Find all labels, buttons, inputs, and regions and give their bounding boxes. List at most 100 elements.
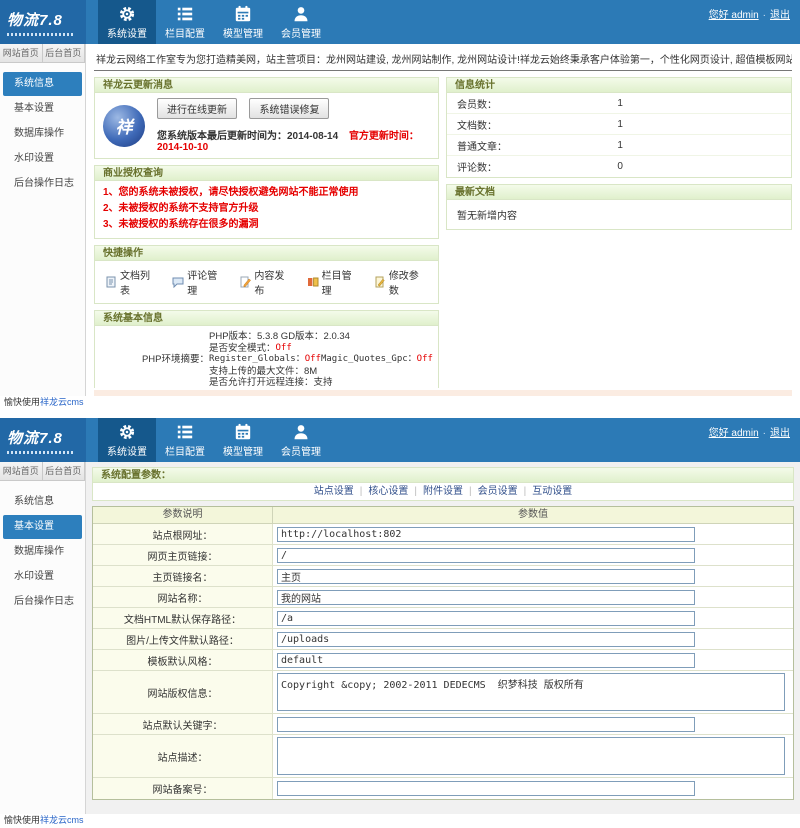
logo-text: 物流7.8: [7, 427, 86, 448]
quick-action-column[interactable]: 栏目管理: [307, 267, 361, 297]
nav-item-model[interactable]: 模型管理: [214, 0, 272, 44]
auth-panel-title: 商业授权查询: [95, 166, 438, 181]
sidebar: 网站首页后台首页 系统信息基本设置数据库操作水印设置后台操作日志: [0, 462, 86, 814]
user-area: 您好 admin · 退出: [709, 424, 790, 439]
sidebar-item-sysinfo[interactable]: 系统信息: [3, 72, 82, 96]
sidebar-item-watermark[interactable]: 水印设置: [0, 565, 85, 589]
register-globals-value: Off: [305, 354, 321, 366]
config-tab-site[interactable]: 站点设置: [314, 486, 354, 497]
user-separator: ·: [763, 428, 766, 439]
latest-panel-title: 最新文档: [447, 185, 791, 200]
config-row-site_url: 站点根网址：: [93, 524, 793, 545]
config-upload_path-input[interactable]: [277, 632, 695, 647]
notice-bar: 祥龙云网络工作室专为您打造精美网，站主营项目：龙州网站建设, 龙州网站制作, 龙…: [94, 48, 792, 71]
stat-value: 1: [617, 98, 623, 109]
sysinfo-panel-title: 系统基本信息: [95, 311, 438, 326]
logout-link[interactable]: 退出: [770, 10, 790, 21]
config-site_url-input[interactable]: [277, 527, 695, 542]
nav-item-member[interactable]: 会员管理: [272, 0, 330, 44]
sidebar-item-database[interactable]: 数据库操作: [0, 540, 85, 564]
sidebar-item-basic[interactable]: 基本设置: [3, 515, 82, 539]
sidebar-item-watermark[interactable]: 水印设置: [0, 147, 85, 171]
comment-icon: [172, 276, 184, 288]
quick-actions-panel: 快捷操作 文档列表评论管理内容发布栏目管理修改参数: [94, 245, 439, 304]
user-area: 您好 admin·退出: [709, 6, 790, 21]
config-tab-core[interactable]: 核心设置: [368, 486, 408, 497]
nav-item-label: 系统设置: [107, 25, 147, 40]
config-homepage_linkname-input[interactable]: [277, 569, 695, 584]
latest-docs-panel: 最新文档 暂无新增内容: [446, 184, 792, 230]
config-row-homepage_link: 网页主页链接：: [93, 545, 793, 566]
auth-warning-line-3: 3、未被授权的系统存在很多的漏洞: [95, 217, 438, 233]
stat-label: 会员数：: [457, 96, 617, 111]
config-row-copyright: 网站版权信息：Copyright &copy; 2002-2011 DEDECM…: [93, 671, 793, 714]
config-screen: 物流7.8 系统设置栏目配置模型管理会员管理 您好 admin·退出 网站首页后…: [0, 418, 800, 828]
sidebar-tab-admin-home[interactable]: 后台首页: [43, 44, 86, 63]
nav-item-system[interactable]: 系统设置: [98, 0, 156, 44]
stats-panel: 信息统计 会员数：1文档数：1普通文章：1评论数：0: [446, 77, 792, 178]
sidebar-item-database[interactable]: 数据库操作: [0, 122, 85, 146]
config-label-template_style: 模板默认风格：: [93, 650, 273, 670]
greeting-link[interactable]: 您好 admin: [709, 10, 759, 21]
gear-icon: [118, 5, 136, 23]
sidebar-tab-admin-home[interactable]: 后台首页: [43, 462, 86, 481]
tab-separator: |: [414, 486, 417, 497]
nav-item-column[interactable]: 栏目配置: [156, 418, 214, 462]
footer-cms-link[interactable]: 祥龙云cms: [40, 397, 84, 407]
config-tab-interaction[interactable]: 互动设置: [532, 486, 572, 497]
auth-panel: 商业授权查询 1、您的系统未被授权，请尽快授权避免网站不能正常使用2、未被授权的…: [94, 165, 439, 239]
config-row-icp_number: 网站备案号：: [93, 778, 793, 799]
site-logo[interactable]: 物流7.8: [0, 0, 86, 44]
config-default_keywords-input[interactable]: [277, 717, 695, 732]
logout-link[interactable]: 退出: [770, 428, 790, 439]
nav-item-model[interactable]: 模型管理: [214, 418, 272, 462]
quick-action-comment[interactable]: 评论管理: [172, 267, 226, 297]
config-site_description-textarea[interactable]: [277, 737, 785, 775]
stat-row: 普通文章：1: [447, 135, 791, 156]
config-homepage_link-input[interactable]: [277, 548, 695, 563]
nav-item-label: 栏目配置: [165, 25, 205, 40]
config-icp_number-input[interactable]: [277, 781, 695, 796]
config-row-template_style: 模板默认风格：: [93, 650, 793, 671]
stat-row: 评论数：0: [447, 156, 791, 177]
sidebar-item-log[interactable]: 后台操作日志: [0, 590, 85, 614]
quick-action-params[interactable]: 修改参数: [374, 267, 428, 297]
quick-action-doc-list[interactable]: 文档列表: [105, 267, 159, 297]
site-logo[interactable]: 物流7.8: [0, 418, 86, 462]
column-icon: [307, 276, 319, 288]
column-header-desc: 参数说明: [93, 507, 273, 523]
online-update-button[interactable]: 进行在线更新: [157, 98, 237, 119]
config-copyright-textarea[interactable]: Copyright &copy; 2002-2011 DEDECMS 织梦科技 …: [277, 673, 785, 711]
user-icon: [292, 5, 310, 23]
config-label-homepage_link: 网页主页链接：: [93, 545, 273, 565]
sidebar-item-log[interactable]: 后台操作日志: [0, 172, 85, 196]
config-footer: 愉快使用祥龙云cms: [0, 814, 800, 828]
config-site_name-input[interactable]: [277, 590, 695, 605]
stat-row: 文档数：1: [447, 114, 791, 135]
sidebar-item-basic[interactable]: 基本设置: [0, 97, 85, 121]
greeting-link[interactable]: 您好 admin: [709, 428, 759, 439]
footer-cms-link[interactable]: 祥龙云cms: [40, 815, 84, 825]
sidebar-menu: 系统信息基本设置数据库操作水印设置后台操作日志: [0, 481, 85, 614]
nav-item-system[interactable]: 系统设置: [98, 418, 156, 462]
auth-warning-line-2: 2、未被授权的系统不支持官方升级: [95, 201, 438, 217]
sidebar-tab-site-home[interactable]: 网站首页: [0, 462, 43, 481]
config-doc_html_path-input[interactable]: [277, 611, 695, 626]
config-tab-attachment[interactable]: 附件设置: [423, 486, 463, 497]
publish-icon: [239, 276, 251, 288]
bottom-header: 物流7.8 系统设置栏目配置模型管理会员管理 您好 admin · 退出: [0, 418, 800, 462]
nav-item-label: 栏目配置: [165, 443, 205, 458]
sidebar-tab-site-home[interactable]: 网站首页: [0, 44, 43, 63]
quick-action-publish[interactable]: 内容发布: [239, 267, 293, 297]
config-tab-member[interactable]: 会员设置: [478, 486, 518, 497]
config-template_style-input[interactable]: [277, 653, 695, 668]
nav-item-member[interactable]: 会员管理: [272, 418, 330, 462]
config-row-homepage_linkname: 主页链接名：: [93, 566, 793, 587]
php-env-label: PHP环境摘要：: [103, 354, 209, 366]
sidebar-item-sysinfo[interactable]: 系统信息: [0, 490, 85, 514]
params-icon: [374, 276, 386, 288]
nav-item-column[interactable]: 栏目配置: [156, 0, 214, 44]
safe-mode-label: 是否安全模式：: [209, 343, 276, 355]
error-fix-button[interactable]: 系统错误修复: [249, 98, 329, 119]
update-panel: 祥龙云更新消息 祥 进行在线更新 系统错误修复 您系统版本最后更新时间为：201…: [94, 77, 439, 159]
